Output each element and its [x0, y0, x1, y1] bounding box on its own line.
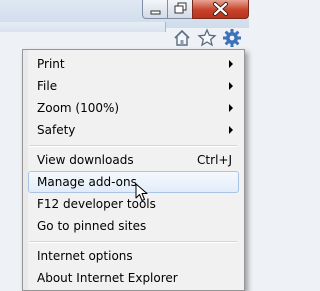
menu-item-label: About Internet Explorer [37, 271, 178, 285]
home-button[interactable] [172, 28, 192, 48]
menu-item-about-internet-explorer[interactable]: About Internet Explorer [28, 267, 239, 289]
tools-menu: Print File Zoom (100%) Safety View downl… [22, 49, 245, 291]
submenu-arrow-icon [229, 60, 233, 68]
menu-separator [29, 241, 237, 243]
menu-item-label: Internet options [37, 249, 133, 263]
minimize-button[interactable] [142, 0, 168, 19]
favorites-button[interactable] [197, 28, 217, 48]
maximize-icon [174, 2, 187, 14]
submenu-arrow-icon [229, 126, 233, 134]
menu-item-internet-options[interactable]: Internet options [28, 245, 239, 267]
mouse-pointer-icon [135, 183, 151, 203]
menu-item-f12-developer-tools[interactable]: F12 developer tools [28, 193, 239, 215]
gear-icon [223, 29, 241, 47]
menu-item-view-downloads[interactable]: View downloads Ctrl+J [28, 149, 239, 171]
menu-item-manage-add-ons[interactable]: Manage add-ons [28, 171, 239, 193]
menu-item-go-to-pinned-sites[interactable]: Go to pinned sites [28, 215, 239, 237]
menu-item-label: Zoom (100%) [37, 101, 120, 115]
star-icon [197, 28, 217, 47]
menu-item-label: Manage add-ons [37, 175, 137, 189]
menu-item-label: Print [37, 57, 65, 71]
maximize-button[interactable] [167, 0, 193, 19]
menu-separator [29, 145, 237, 147]
menu-item-safety[interactable]: Safety [28, 119, 239, 141]
menu-item-label: Go to pinned sites [37, 219, 147, 233]
home-icon [174, 29, 190, 46]
submenu-arrow-icon [229, 104, 233, 112]
minimize-icon [150, 10, 161, 15]
menu-item-zoom[interactable]: Zoom (100%) [28, 97, 239, 119]
close-button[interactable] [192, 0, 249, 19]
menu-item-label: View downloads [37, 153, 134, 167]
menu-item-label: Safety [37, 123, 76, 137]
tools-button[interactable] [222, 28, 242, 48]
close-icon [213, 2, 228, 16]
menu-item-file[interactable]: File [28, 75, 239, 97]
tab-strip [0, 22, 166, 32]
menu-item-shortcut: Ctrl+J [197, 153, 232, 167]
submenu-arrow-icon [229, 82, 233, 90]
menu-item-label: File [37, 79, 58, 93]
menu-item-print[interactable]: Print [28, 53, 239, 75]
